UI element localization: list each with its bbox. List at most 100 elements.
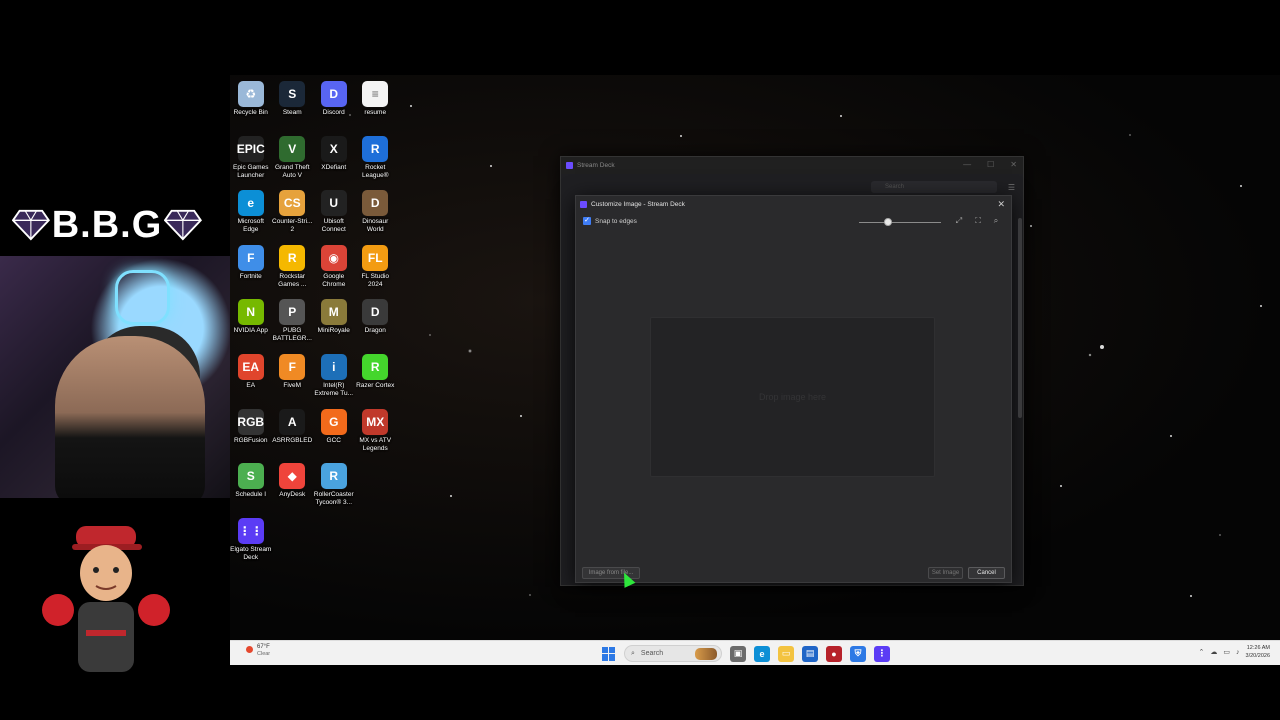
- chevron-up-icon[interactable]: ⌃: [1199, 648, 1205, 656]
- desktop-icon[interactable]: D Discord: [313, 79, 355, 134]
- app-icon[interactable]: ●: [826, 645, 842, 662]
- desktop-icon-label: Dinosaur World: [362, 218, 389, 234]
- steam-icon: S: [279, 81, 306, 107]
- pubg-icon: P: [279, 299, 306, 326]
- desktop-icon[interactable]: P PUBG BATTLEGR...: [272, 297, 314, 352]
- ea-icon: EA: [237, 353, 264, 380]
- desktop-icon-label: Intel(R) Extreme Tu...: [314, 381, 354, 397]
- desktop-icon[interactable]: M MiniRoyale: [313, 297, 355, 352]
- desktop-icon[interactable]: MX MX vs ATV Legends: [355, 407, 397, 462]
- taskbar-apps: ⌕ Search ▣ e ▭ ▤ ● ⛨ ⋮: [602, 645, 890, 662]
- desktop-icon[interactable]: CS Counter-Stri... 2: [272, 188, 314, 243]
- scrollbar[interactable]: [1018, 218, 1022, 418]
- desktop-icon[interactable]: R RollerCoaster Tycoon® 3...: [313, 461, 355, 516]
- recycle-bin-icon: ♻: [237, 81, 264, 107]
- desktop-icon[interactable]: G GCC: [313, 407, 355, 462]
- clock[interactable]: 12:26 AM 3/20/2026: [1246, 644, 1270, 660]
- counter-strike-icon: CS: [279, 190, 306, 217]
- desktop-icon[interactable]: A ASRRGBLED: [272, 407, 314, 462]
- close-icon[interactable]: ✕: [1010, 160, 1017, 169]
- zoom-slider-handle[interactable]: [883, 218, 892, 226]
- network-icon[interactable]: ▭: [1223, 648, 1230, 656]
- desktop-icon[interactable]: RGB RGBFusion: [230, 407, 272, 462]
- cloud-icon[interactable]: ☁: [1210, 648, 1217, 656]
- desktop-icon[interactable]: EA EA: [230, 352, 272, 407]
- dinosaur-world-icon: D: [362, 190, 389, 217]
- desktop-icon[interactable]: S Schedule I: [230, 461, 272, 516]
- desktop-icon[interactable]: EPIC Epic Games Launcher: [230, 134, 272, 189]
- desktop-icon[interactable]: D Dragon: [355, 297, 397, 352]
- fit-icon[interactable]: ⤢: [954, 216, 964, 226]
- minimize-icon[interactable]: —: [963, 160, 971, 169]
- desktop-icon-label: EA: [246, 381, 256, 389]
- desktop-icon-label: Ubisoft Connect: [321, 218, 346, 234]
- maximize-icon[interactable]: ☐: [987, 160, 994, 169]
- fortnite-icon: F: [237, 244, 264, 271]
- desktop-icon[interactable]: V Grand Theft Auto V: [272, 134, 314, 189]
- search-input[interactable]: Search: [871, 181, 997, 193]
- zoom-slider-track[interactable]: [859, 222, 941, 223]
- desktop-icon[interactable]: ⋮⋮ Elgato Stream Deck: [230, 516, 272, 571]
- desktop-icon[interactable]: D Dinosaur World: [355, 188, 397, 243]
- desktop-icon-label: resume: [364, 109, 387, 116]
- windows-start-icon[interactable]: [602, 646, 616, 661]
- file-explorer-icon[interactable]: ▭: [778, 645, 794, 662]
- diamond-icon: [164, 209, 202, 241]
- desktop-icon-label: FL Studio 2024: [361, 272, 390, 288]
- window-title: Stream Deck: [577, 162, 615, 169]
- desktop-icon[interactable]: R Razer Cortex: [355, 352, 397, 407]
- fl-studio-icon: FL: [362, 244, 389, 271]
- dialog-title: Customize Image - Stream Deck: [591, 200, 685, 208]
- desktop-icon[interactable]: FL FL Studio 2024: [355, 243, 397, 298]
- stream-deck-taskbar-icon[interactable]: ⋮: [874, 645, 890, 662]
- image-drop-zone[interactable]: Drop image here: [650, 317, 935, 477]
- desktop-icon[interactable]: ♻ Recycle Bin: [230, 79, 272, 134]
- zoom-icon[interactable]: ⌕: [991, 216, 1001, 226]
- desktop-icon[interactable]: U Ubisoft Connect: [313, 188, 355, 243]
- set-image-button[interactable]: Set Image: [928, 567, 963, 579]
- search-placeholder: Search: [885, 184, 905, 190]
- cancel-button[interactable]: Cancel: [968, 567, 1005, 579]
- outlook-icon[interactable]: ▤: [802, 645, 818, 662]
- desktop-icon[interactable]: F FiveM: [272, 352, 314, 407]
- gcc-icon: G: [320, 408, 347, 435]
- security-shield-icon[interactable]: ⛨: [850, 645, 866, 662]
- desktop-icon[interactable]: i Intel(R) Extreme Tu...: [313, 352, 355, 407]
- stream-deck-app-icon: [566, 162, 573, 169]
- taskbar-search[interactable]: ⌕ Search: [624, 645, 722, 662]
- overlay-title-text: B.B.G: [51, 203, 163, 246]
- system-tray: ⌃ ☁ ▭ ♪ 12:26 AM 3/20/2026: [1199, 644, 1270, 660]
- close-icon[interactable]: ✕: [997, 199, 1005, 210]
- volume-icon[interactable]: ♪: [1236, 649, 1240, 656]
- desktop-icon[interactable]: e Microsoft Edge: [230, 188, 272, 243]
- search-icon: ⌕: [631, 649, 635, 657]
- snap-to-edges-checkbox[interactable]: ✓ Snap to edges: [583, 217, 637, 225]
- desktop-icon-label: Recycle Bin: [233, 109, 268, 116]
- edge-icon[interactable]: e: [754, 645, 770, 662]
- schedule-i-icon: S: [237, 463, 264, 490]
- intel-xtu-icon: i: [320, 353, 347, 380]
- desktop-icon[interactable]: F Fortnite: [230, 243, 272, 298]
- clock-date: 3/20/2026: [1245, 653, 1270, 659]
- weather-widget[interactable]: 67°F Clear: [246, 644, 270, 658]
- stream-overlay: B.B.G: [0, 0, 230, 720]
- desktop-icon-label: RGBFusion: [233, 436, 268, 444]
- desktop-icon[interactable]: N NVIDIA App: [230, 297, 272, 352]
- desktop-icon-label: Grand Theft Auto V: [274, 163, 310, 179]
- fill-icon[interactable]: ⛶: [973, 216, 983, 226]
- stream-deck-icon: ⋮⋮: [237, 517, 264, 544]
- stream-deck-titlebar: Stream Deck: [561, 157, 1023, 174]
- list-menu-icon[interactable]: ☰: [1008, 183, 1015, 192]
- desktop-icon[interactable]: ◆ AnyDesk: [272, 461, 314, 516]
- task-view-icon[interactable]: ▣: [730, 645, 746, 662]
- edge-icon: e: [237, 190, 264, 217]
- clock-time: 12:26 AM: [1246, 645, 1270, 651]
- desktop-icon[interactable]: R Rocket League®: [355, 134, 397, 189]
- desktop-icon[interactable]: ≡ resume: [355, 79, 397, 134]
- snap-to-edges-label: Snap to edges: [595, 217, 637, 225]
- desktop-icon[interactable]: X XDefiant: [313, 134, 355, 189]
- checkmark-icon[interactable]: ✓: [583, 217, 591, 225]
- desktop-icon[interactable]: ◉ Google Chrome: [313, 243, 355, 298]
- desktop-icon[interactable]: S Steam: [272, 79, 314, 134]
- desktop-icon[interactable]: R Rockstar Games ...: [272, 243, 314, 298]
